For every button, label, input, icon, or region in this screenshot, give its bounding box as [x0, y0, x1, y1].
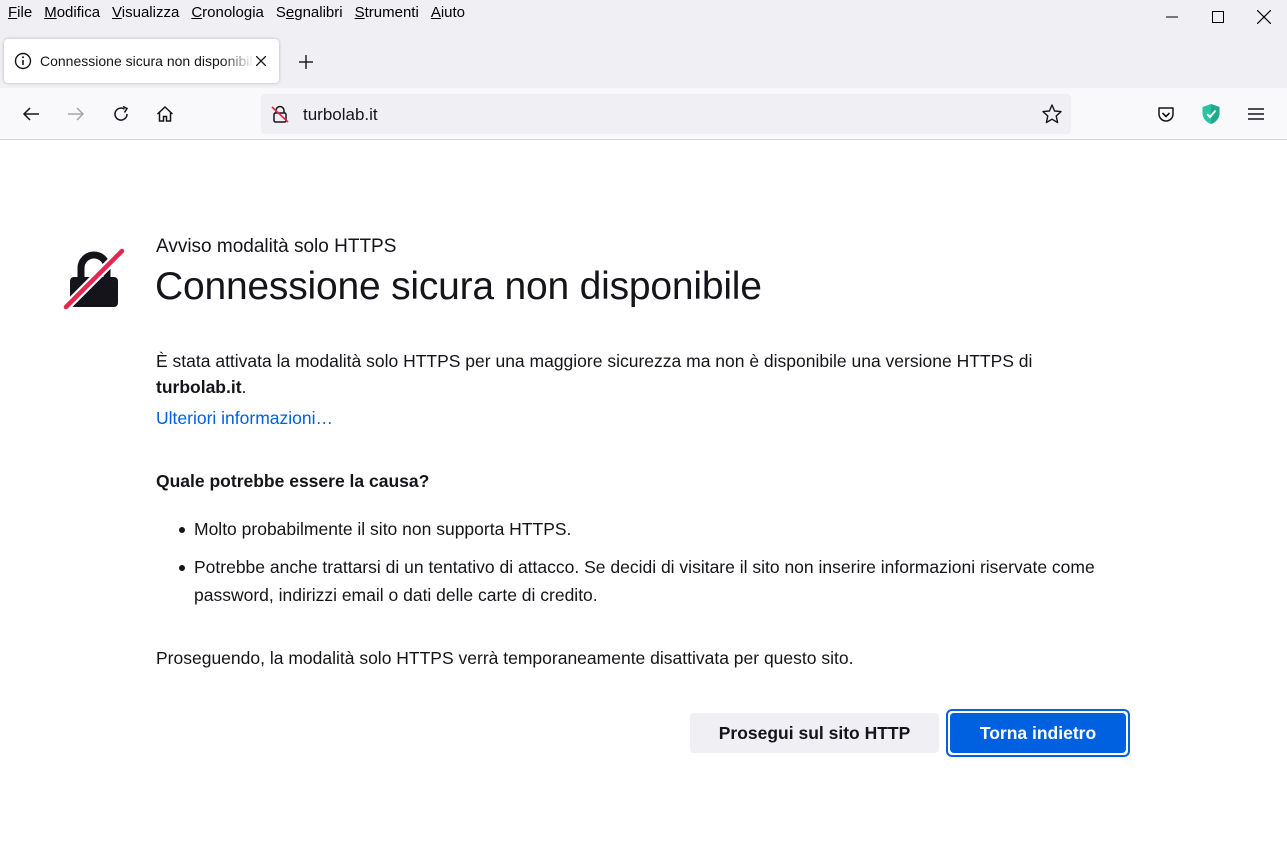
learn-more-link[interactable]: Ulteriori informazioni…: [156, 408, 333, 429]
menu-aiuto[interactable]: Aiuto: [425, 1, 471, 25]
forward-button[interactable]: [60, 98, 92, 130]
reload-icon: [114, 105, 129, 121]
page-title: Connessione sicura non disponibile: [155, 265, 762, 308]
cause-heading: Quale potrebbe essere la causa?: [156, 471, 430, 491]
shield-icon: [1202, 104, 1220, 124]
browser-chrome: File Modifica Visualizza Cronologia Segn…: [0, 0, 1287, 88]
insecure-lock-icon: [271, 105, 289, 123]
plus-icon: [299, 55, 313, 69]
maximize-icon: [1212, 11, 1224, 23]
minimize-button[interactable]: [1149, 0, 1195, 34]
warning-description: È stata attivata la modalità solo HTTPS …: [156, 351, 1033, 397]
menu-cronologia[interactable]: Cronologia: [185, 1, 270, 25]
warning-subtitle: Avviso modalità solo HTTPS: [156, 236, 397, 257]
url-text: turbolab.it: [303, 105, 378, 124]
page-content: Avviso modalità solo HTTPS Connessione s…: [0, 141, 1287, 850]
bookmark-star-icon[interactable]: [1041, 103, 1063, 125]
minimize-icon: [1166, 16, 1178, 18]
tab-title: Connessione sicura non disponibile: [40, 53, 254, 69]
site-name: turbolab.it: [156, 377, 242, 397]
list-item: Molto probabilmente il sito non supporta…: [176, 515, 1126, 543]
go-back-button[interactable]: Torna indietro: [950, 713, 1126, 753]
menu-modifica[interactable]: Modifica: [38, 1, 106, 25]
menu-visualizza[interactable]: Visualizza: [106, 1, 185, 25]
address-bar[interactable]: turbolab.it: [261, 94, 1071, 134]
menu-strumenti[interactable]: Strumenti: [349, 1, 425, 25]
close-icon: [256, 56, 266, 66]
tab-close-button[interactable]: [251, 51, 271, 71]
close-window-button[interactable]: [1241, 0, 1287, 34]
broken-lock-icon: [62, 248, 126, 311]
maximize-button[interactable]: [1195, 0, 1241, 34]
info-icon: [14, 52, 32, 70]
adblock-extension-button[interactable]: [1195, 98, 1227, 130]
hamburger-menu-icon: [1248, 108, 1264, 120]
list-item: Potrebbe anche trattarsi di un tentativo…: [176, 553, 1126, 609]
arrow-right-icon: [68, 107, 85, 121]
back-button[interactable]: [15, 98, 47, 130]
reload-button[interactable]: [105, 98, 137, 130]
tab-active[interactable]: Connessione sicura non disponibile: [4, 39, 279, 83]
app-menu-button[interactable]: [1240, 98, 1272, 130]
continue-http-button[interactable]: Prosegui sul sito HTTP: [690, 713, 939, 753]
home-button[interactable]: [149, 98, 181, 130]
arrow-left-icon: [22, 107, 39, 121]
menu-segnalibri[interactable]: Segnalibri: [270, 1, 349, 25]
navigation-toolbar: turbolab.it: [0, 88, 1287, 140]
close-icon: [1257, 10, 1271, 24]
pocket-icon: [1158, 106, 1174, 122]
pocket-button[interactable]: [1150, 98, 1182, 130]
menu-bar: File Modifica Visualizza Cronologia Segn…: [0, 0, 471, 26]
proceed-note: Proseguendo, la modalità solo HTTPS verr…: [156, 648, 854, 668]
cause-list: Molto probabilmente il sito non supporta…: [176, 515, 1126, 619]
home-icon: [156, 105, 174, 122]
menu-file[interactable]: File: [2, 1, 38, 25]
new-tab-button[interactable]: [292, 48, 320, 76]
window-controls: [1149, 0, 1287, 34]
